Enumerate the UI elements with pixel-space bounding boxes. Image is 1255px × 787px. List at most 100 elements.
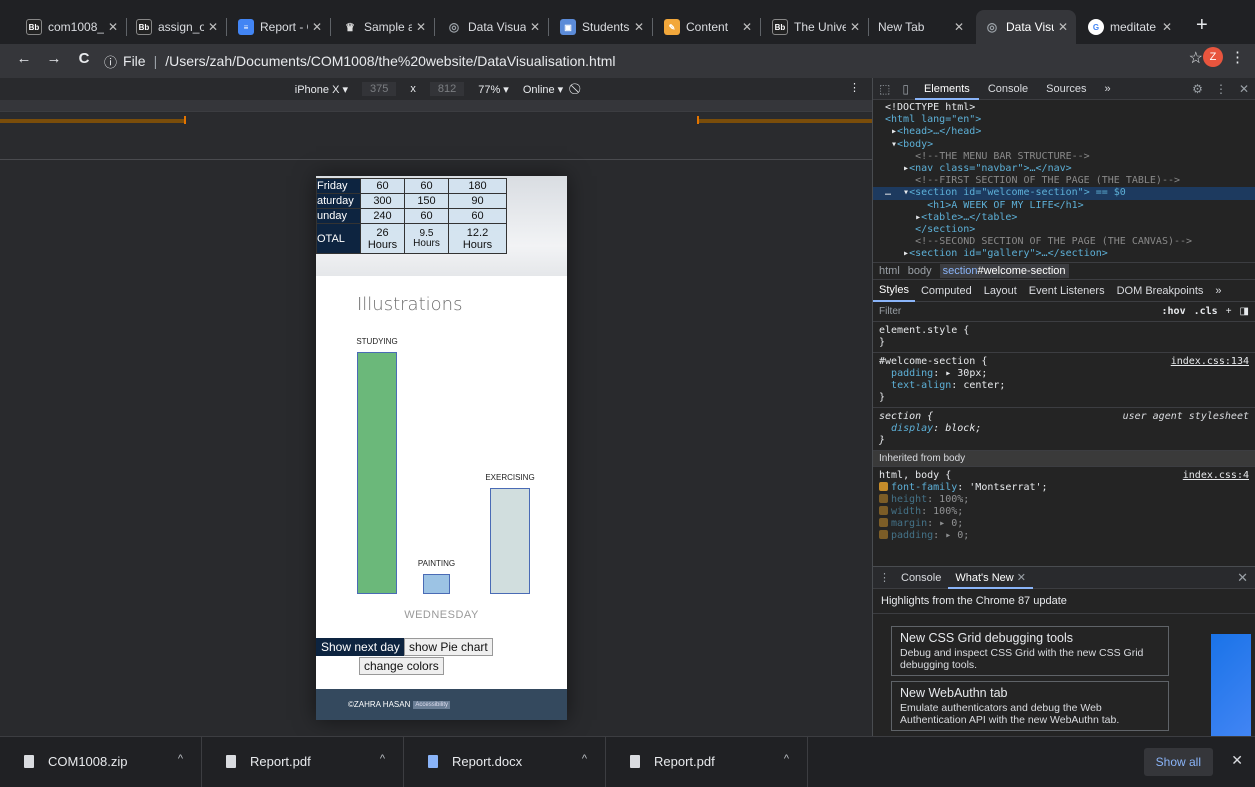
tab-event-listeners[interactable]: Event Listeners <box>1023 285 1111 297</box>
device-menu-icon[interactable]: ⋮ <box>849 81 860 94</box>
device-toggle-icon[interactable]: ▯ <box>896 82 915 96</box>
tab-data-vis-active[interactable]: ◎ Data Visu ✕ <box>976 10 1076 44</box>
tab-new-tab[interactable]: New Tab ✕ <box>870 10 972 44</box>
tab-meditate[interactable]: G meditate ✕ <box>1080 10 1180 44</box>
dom-node[interactable]: ▸<section id="gallery">…</section> <box>885 248 1255 260</box>
close-tab-icon[interactable]: ✕ <box>530 20 540 34</box>
close-tab-icon[interactable]: ✕ <box>1162 20 1172 34</box>
property-checkbox[interactable] <box>879 482 888 491</box>
more-tabs-button[interactable]: » <box>1096 83 1120 95</box>
network-select[interactable]: Online ▾ <box>523 83 563 96</box>
chevron-up-icon[interactable]: ^ <box>784 753 789 765</box>
accessibility-link[interactable]: Accessibility <box>413 700 451 709</box>
tab-students[interactable]: ▣ Students ✕ <box>552 10 652 44</box>
chevron-up-icon[interactable]: ^ <box>178 753 183 765</box>
style-rule-section[interactable]: user agent stylesheet section { display: … <box>873 408 1255 451</box>
dom-node[interactable]: ▸<head>…</head> <box>885 126 1255 138</box>
property-checkbox[interactable] <box>879 518 888 527</box>
tab-layout[interactable]: Layout <box>978 285 1023 297</box>
profile-avatar[interactable]: Z <box>1203 47 1223 67</box>
more-subtabs-button[interactable]: » <box>1209 285 1227 297</box>
download-item[interactable]: COM1008.zip ^ <box>0 736 202 787</box>
new-tab-button[interactable]: + <box>1196 14 1208 37</box>
tab-content[interactable]: ✎ Content ✕ <box>656 10 760 44</box>
chevron-up-icon[interactable]: ^ <box>380 753 385 765</box>
device-width-input[interactable]: 375 <box>362 82 397 96</box>
reload-button[interactable]: C <box>72 50 96 67</box>
close-tab-icon[interactable]: ✕ <box>1058 20 1068 34</box>
property-checkbox[interactable] <box>879 530 888 539</box>
hov-toggle[interactable]: :hov <box>1162 306 1186 317</box>
tab-sample[interactable]: ♛ Sample ac ✕ <box>334 10 434 44</box>
dom-comment[interactable]: <!--SECOND SECTION OF THE PAGE (THE CANV… <box>885 236 1255 248</box>
dom-node[interactable]: ▸<table>…</table> <box>885 212 1255 224</box>
close-tab-icon[interactable]: ✕ <box>850 20 860 34</box>
dom-comment[interactable]: <!--THE MENU BAR STRUCTURE--> <box>885 151 1255 163</box>
forward-button[interactable]: → <box>42 50 66 67</box>
device-height-input[interactable]: 812 <box>429 82 465 96</box>
download-item[interactable]: Report.docx ^ <box>404 736 606 787</box>
zoom-select[interactable]: 77% ▾ <box>478 83 509 96</box>
cls-toggle[interactable]: .cls <box>1194 306 1218 317</box>
close-downloads-icon[interactable]: ✕ <box>1231 752 1243 769</box>
stylesheet-link[interactable]: index.css:134 <box>1171 356 1249 368</box>
filter-input[interactable]: Filter <box>879 306 901 317</box>
browser-menu-icon[interactable]: ⋮ <box>1230 48 1245 66</box>
dom-node[interactable]: </section> <box>885 224 1255 236</box>
crumb-section[interactable]: section#welcome-section <box>939 264 1069 278</box>
show-all-downloads-button[interactable]: Show all <box>1143 748 1213 776</box>
drawer-menu-icon[interactable]: ⋮ <box>879 571 894 584</box>
devtools-menu-icon[interactable]: ⋮ <box>1209 82 1233 96</box>
back-button[interactable]: ← <box>12 50 36 67</box>
close-tab-icon[interactable]: ✕ <box>416 20 426 34</box>
style-rule-element[interactable]: element.style { } <box>873 322 1255 353</box>
dom-node[interactable]: <html lang="en"> <box>885 114 1255 126</box>
tab-university[interactable]: Bb The Unive ✕ <box>764 10 868 44</box>
show-next-day-button[interactable]: Show next day <box>316 638 405 656</box>
close-tab-icon[interactable]: ✕ <box>954 20 964 34</box>
dom-node[interactable]: ▸<nav class="navbar">…</nav> <box>885 163 1255 175</box>
close-tab-icon[interactable]: ✕ <box>208 20 218 34</box>
settings-gear-icon[interactable]: ⚙ <box>1186 82 1209 96</box>
close-tab-icon[interactable]: ✕ <box>312 20 322 34</box>
drawer-tab-console[interactable]: Console <box>894 572 948 584</box>
crumb-html[interactable]: html <box>879 265 900 277</box>
toggle-sidebar-icon[interactable]: ◨ <box>1240 306 1249 317</box>
close-devtools-icon[interactable]: ✕ <box>1233 82 1255 96</box>
chevron-up-icon[interactable]: ^ <box>582 753 587 765</box>
tab-console[interactable]: Console <box>979 83 1037 95</box>
tab-dom-breakpoints[interactable]: DOM Breakpoints <box>1111 285 1210 297</box>
device-select[interactable]: iPhone X ▾ <box>295 83 348 96</box>
dom-node[interactable]: <h1>A WEEK OF MY LIFE</h1> <box>885 200 1255 212</box>
whats-new-card[interactable]: New WebAuthn tab Emulate authenticators … <box>891 681 1169 731</box>
info-icon[interactable]: ⓘ <box>104 52 117 71</box>
dom-comment[interactable]: <!--FIRST SECTION OF THE PAGE (THE TABLE… <box>885 175 1255 187</box>
style-rule-welcome[interactable]: index.css:134 #welcome-section { padding:… <box>873 353 1255 408</box>
close-tab-icon[interactable]: ✕ <box>742 20 752 34</box>
close-tab-icon[interactable]: ✕ <box>634 20 644 34</box>
new-rule-button[interactable]: + <box>1226 306 1232 317</box>
tab-computed[interactable]: Computed <box>915 285 978 297</box>
show-pie-chart-button[interactable]: show Pie chart <box>404 638 493 656</box>
tab-report[interactable]: ≡ Report - C ✕ <box>230 10 330 44</box>
inspect-element-icon[interactable]: ⬚ <box>873 82 896 96</box>
change-colors-button[interactable]: change colors <box>359 657 444 675</box>
bookmark-star-icon[interactable]: ☆ <box>1189 48 1203 68</box>
style-rule-body[interactable]: index.css:4 html, body { font-family: 'Mo… <box>873 467 1255 545</box>
tab-styles[interactable]: Styles <box>873 280 915 302</box>
address-bar[interactable]: ⓘ File | /Users/zah/Documents/COM1008/th… <box>104 48 1251 74</box>
property-checkbox[interactable] <box>879 506 888 515</box>
tab-data-vis[interactable]: ◎ Data Visua ✕ <box>438 10 548 44</box>
tab-assign[interactable]: Bb assign_ov ✕ <box>128 10 226 44</box>
drawer-tab-whats-new[interactable]: What's New ✕ <box>948 567 1033 589</box>
dom-node-selected[interactable]: … ▾<section id="welcome-section"> == $0 <box>873 187 1255 200</box>
stylesheet-link[interactable]: index.css:4 <box>1183 470 1249 482</box>
download-item[interactable]: Report.pdf ^ <box>202 736 404 787</box>
close-drawer-icon[interactable]: ✕ <box>1237 570 1255 586</box>
whats-new-card[interactable]: New CSS Grid debugging tools Debug and i… <box>891 626 1169 676</box>
dom-node[interactable]: <!DOCTYPE html> <box>885 102 1255 114</box>
download-item[interactable]: Report.pdf ^ <box>606 736 808 787</box>
tab-elements[interactable]: Elements <box>914 78 979 100</box>
tab-com1008[interactable]: Bb com1008_ ✕ <box>18 10 126 44</box>
property-checkbox[interactable] <box>879 494 888 503</box>
